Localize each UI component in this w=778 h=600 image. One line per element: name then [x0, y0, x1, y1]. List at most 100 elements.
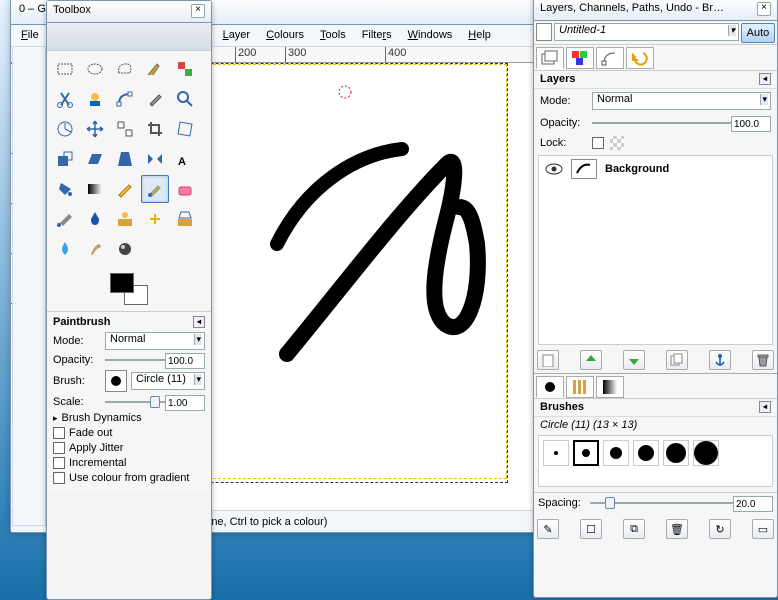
- tool-perspective[interactable]: [111, 145, 139, 173]
- lock-pixels-checkbox[interactable]: [592, 137, 604, 149]
- incremental-checkbox[interactable]: [53, 457, 65, 469]
- fade-checkbox[interactable]: [53, 427, 65, 439]
- tool-ink[interactable]: [81, 205, 109, 233]
- tool-crop[interactable]: [141, 115, 169, 143]
- brush-cell[interactable]: [603, 440, 629, 466]
- menu-filters[interactable]: Filters: [356, 27, 398, 44]
- anchor-layer-button[interactable]: [709, 350, 731, 370]
- rightdock-titlebar[interactable]: Layers, Channels, Paths, Undo - Br… ×: [534, 0, 777, 21]
- tool-dodge-burn[interactable]: [111, 235, 139, 263]
- layers-menu-button[interactable]: ◂: [759, 73, 771, 85]
- tool-flip[interactable]: [141, 145, 169, 173]
- layer-mode-select[interactable]: Normal: [592, 92, 771, 110]
- tool-perspective-clone[interactable]: [171, 205, 199, 233]
- mode-select[interactable]: Normal: [105, 332, 205, 350]
- toolbox-close-button[interactable]: ×: [191, 4, 205, 18]
- layer-opacity-input[interactable]: [731, 116, 771, 132]
- tool-free-select[interactable]: [111, 55, 139, 83]
- menu-colours[interactable]: Colours: [260, 27, 310, 44]
- tool-scale[interactable]: [51, 145, 79, 173]
- tool-measure[interactable]: [51, 115, 79, 143]
- layers-heading: Layers: [540, 73, 575, 86]
- rightdock-close-button[interactable]: ×: [757, 2, 771, 16]
- tool-move[interactable]: [81, 115, 109, 143]
- tool-eraser[interactable]: [171, 175, 199, 203]
- brush-cell[interactable]: [663, 440, 689, 466]
- jitter-checkbox[interactable]: [53, 442, 65, 454]
- tab-undo[interactable]: [626, 47, 654, 69]
- brush-select[interactable]: Circle (11): [131, 372, 205, 390]
- tool-heal[interactable]: [141, 205, 169, 233]
- tab-gradients[interactable]: [596, 376, 624, 398]
- brush-cell[interactable]: [543, 440, 569, 466]
- tool-zoom[interactable]: [171, 85, 199, 113]
- grad-checkbox[interactable]: [53, 472, 65, 484]
- tool-rect-select[interactable]: [51, 55, 79, 83]
- left-sliver: [12, 46, 46, 526]
- brush-dynamics-expander[interactable]: Brush Dynamics: [53, 412, 205, 424]
- tool-options-menu-button[interactable]: ◂: [193, 316, 205, 328]
- scale-slider[interactable]: [105, 395, 205, 409]
- tool-rotate[interactable]: [171, 115, 199, 143]
- brush-cell[interactable]: [573, 440, 599, 466]
- brush-refresh-button[interactable]: ↻: [709, 519, 731, 539]
- auto-button[interactable]: Auto: [741, 23, 775, 43]
- menu-layer[interactable]: Layer: [217, 27, 257, 44]
- image-select[interactable]: Untitled-1: [554, 23, 739, 41]
- tool-color-picker[interactable]: [141, 85, 169, 113]
- tab-brushes[interactable]: [536, 376, 564, 398]
- tool-smudge[interactable]: [81, 235, 109, 263]
- menu-tools[interactable]: Tools: [314, 27, 352, 44]
- tool-align[interactable]: [111, 115, 139, 143]
- tool-paintbrush[interactable]: [141, 175, 169, 203]
- menu-help[interactable]: Help: [462, 27, 497, 44]
- opacity-input[interactable]: [165, 353, 205, 369]
- tool-paths[interactable]: [111, 85, 139, 113]
- delete-layer-button[interactable]: [752, 350, 774, 370]
- brush-preview[interactable]: [105, 370, 127, 392]
- duplicate-layer-button[interactable]: [666, 350, 688, 370]
- tool-pencil[interactable]: [111, 175, 139, 203]
- tool-blur[interactable]: [51, 235, 79, 263]
- color-swatch[interactable]: [47, 267, 211, 312]
- brush-open-button[interactable]: ▭: [752, 519, 774, 539]
- tool-scissors[interactable]: [51, 85, 79, 113]
- tool-airbrush[interactable]: [51, 205, 79, 233]
- spacing-slider[interactable]: [590, 496, 773, 510]
- incremental-label: Incremental: [69, 457, 126, 469]
- tool-clone[interactable]: [111, 205, 139, 233]
- tab-paths[interactable]: [596, 47, 624, 69]
- tool-by-color-select[interactable]: [171, 55, 199, 83]
- tool-bucket-fill[interactable]: [51, 175, 79, 203]
- menu-file[interactable]: File: [15, 27, 45, 44]
- brush-delete-button[interactable]: 🗑: [666, 519, 688, 539]
- brushes-menu-button[interactable]: ◂: [759, 401, 771, 413]
- visibility-icon[interactable]: [545, 162, 563, 176]
- tool-blend[interactable]: [81, 175, 109, 203]
- scale-input[interactable]: [165, 395, 205, 411]
- toolbox-titlebar[interactable]: Toolbox ×: [47, 1, 211, 23]
- brush-cell[interactable]: [693, 440, 719, 466]
- tool-fuzzy-select[interactable]: [141, 55, 169, 83]
- tab-layers[interactable]: [536, 47, 564, 69]
- brush-new-button[interactable]: ☐: [580, 519, 602, 539]
- layer-item[interactable]: Background: [539, 156, 772, 182]
- tool-text[interactable]: A: [171, 145, 199, 173]
- new-layer-button[interactable]: [537, 350, 559, 370]
- spacing-input[interactable]: [733, 496, 773, 512]
- brush-cell[interactable]: [633, 440, 659, 466]
- layer-opacity-slider[interactable]: [592, 116, 771, 130]
- menu-windows[interactable]: Windows: [402, 27, 459, 44]
- tab-patterns[interactable]: [566, 376, 594, 398]
- tool-shear[interactable]: [81, 145, 109, 173]
- opacity-slider[interactable]: [105, 353, 205, 367]
- tool-ellipse-select[interactable]: [81, 55, 109, 83]
- raise-layer-button[interactable]: [580, 350, 602, 370]
- tab-channels[interactable]: [566, 47, 594, 69]
- tool-foreground-select[interactable]: [81, 85, 109, 113]
- fg-color[interactable]: [110, 273, 134, 293]
- lock-alpha-icon[interactable]: [610, 136, 624, 150]
- brush-edit-button[interactable]: ✎: [537, 519, 559, 539]
- lower-layer-button[interactable]: [623, 350, 645, 370]
- brush-duplicate-button[interactable]: ⧉: [623, 519, 645, 539]
